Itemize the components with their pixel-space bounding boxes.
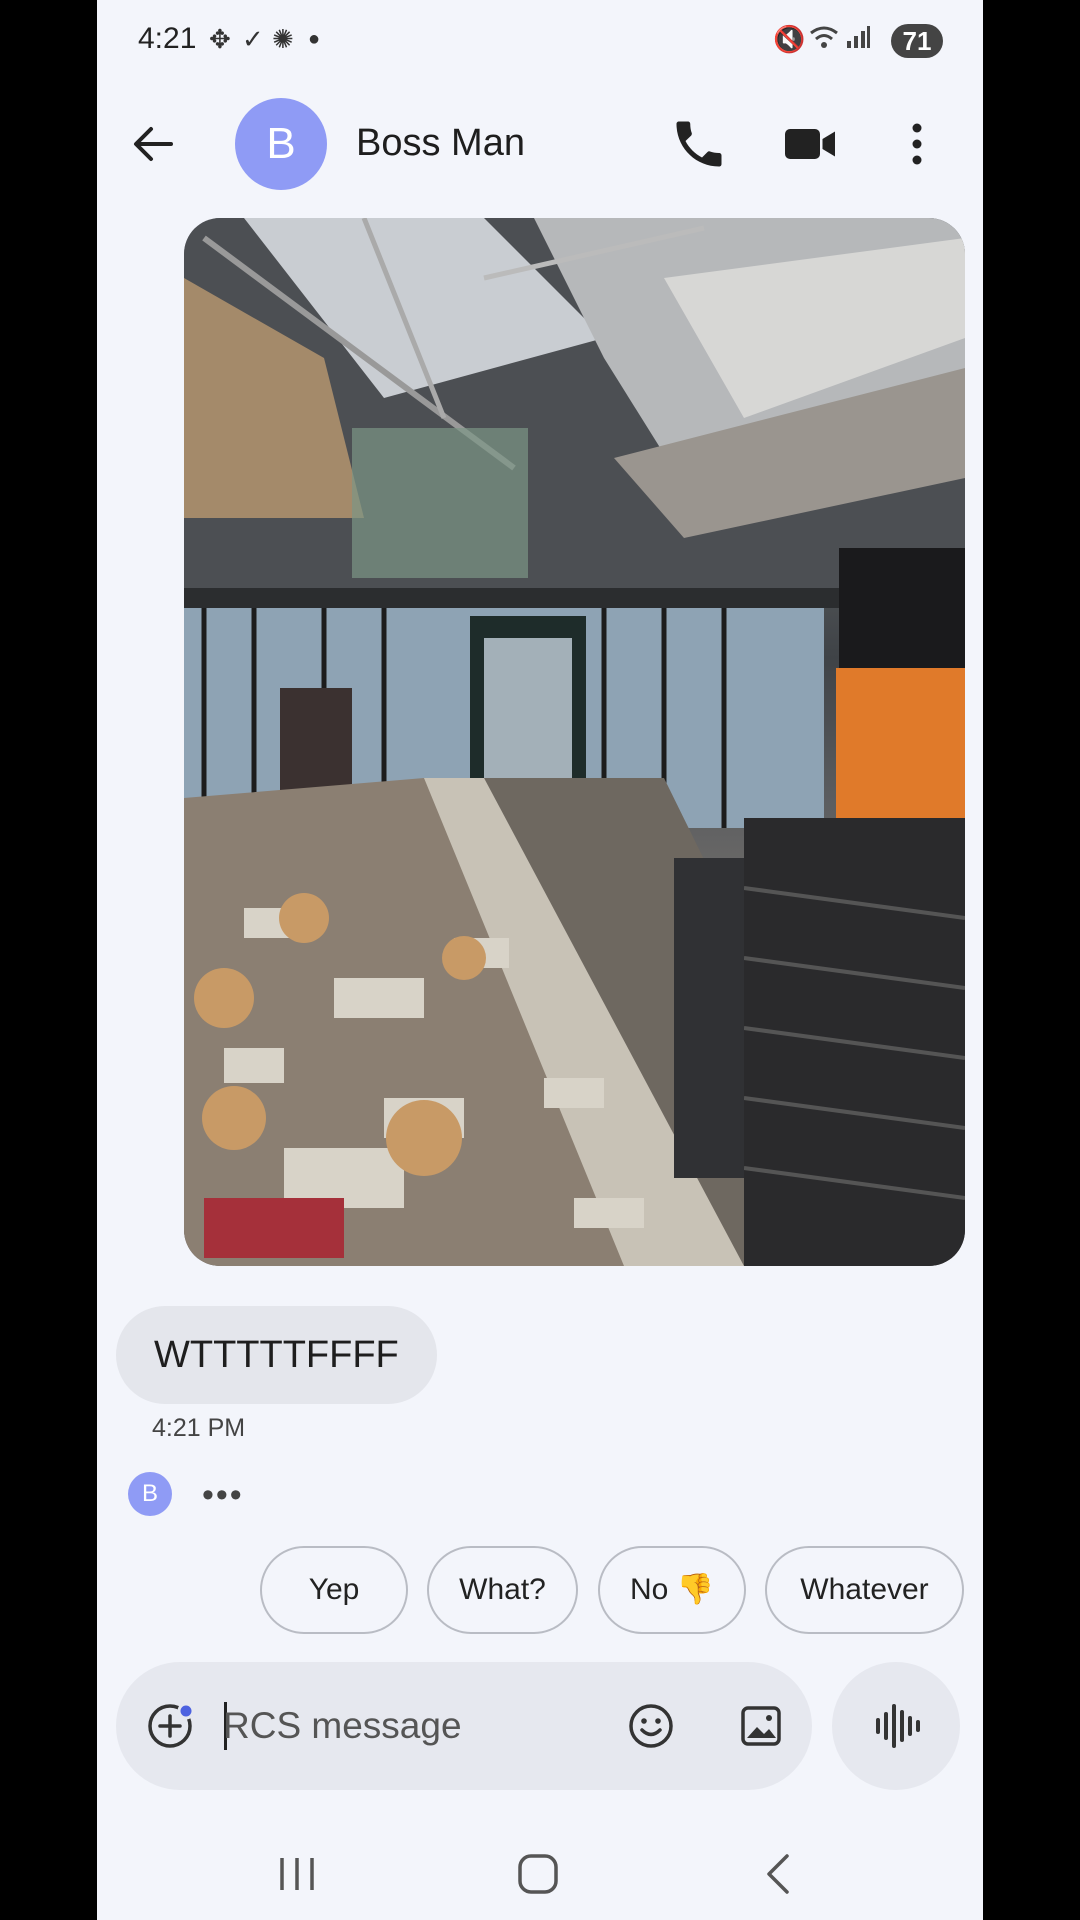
message-input[interactable]	[223, 1702, 603, 1750]
compose-bar	[116, 1662, 812, 1790]
contact-avatar[interactable]: B	[235, 98, 327, 190]
typing-avatar: B	[128, 1472, 172, 1516]
back-button[interactable]	[125, 114, 185, 174]
checkmark-icon: ✓	[242, 24, 264, 54]
video-call-button[interactable]	[780, 114, 840, 174]
back-nav-button[interactable]	[757, 1848, 801, 1900]
smart-reply-no[interactable]: No 👎	[598, 1546, 746, 1634]
battery-indicator: 71	[891, 24, 943, 58]
smart-reply-yep[interactable]: Yep	[260, 1546, 408, 1634]
voice-message-button[interactable]	[832, 1662, 960, 1790]
more-options-button[interactable]	[887, 114, 947, 174]
messages-screen: 4:21 ✥ ✓ ✺ ● 🔇 71 B Boss Man WTTTTTFFFF …	[97, 0, 983, 1920]
message-timestamp: 4:21 PM	[152, 1414, 246, 1442]
conversation-header: B Boss Man	[97, 84, 983, 204]
emoji-button[interactable]	[627, 1702, 675, 1750]
system-navigation-bar	[97, 1820, 983, 1920]
add-attachment-button[interactable]	[146, 1702, 195, 1750]
received-message-bubble[interactable]: WTTTTTFFFF	[116, 1306, 437, 1404]
damaged-store-photo	[184, 218, 965, 1266]
home-button[interactable]	[512, 1850, 564, 1898]
recents-icon	[280, 1858, 314, 1890]
status-bar: 4:21 ✥ ✓ ✺ ● 🔇 71	[97, 0, 983, 84]
wifi-icon	[809, 24, 839, 59]
back-arrow-icon	[134, 127, 173, 161]
audio-waveform-icon	[876, 1704, 920, 1748]
pinwheel-icon: ✥	[209, 24, 231, 54]
chatgpt-icon: ✺	[272, 24, 294, 54]
status-time: 4:21	[138, 22, 197, 55]
photo-message[interactable]	[184, 218, 965, 1266]
home-icon	[518, 1854, 558, 1894]
recents-button[interactable]	[267, 1852, 327, 1896]
more-vert-icon	[912, 123, 922, 165]
notification-dot-icon: ●	[308, 28, 321, 50]
contact-name[interactable]: Boss Man	[356, 122, 525, 165]
gallery-button[interactable]	[737, 1702, 785, 1750]
add-circle-icon	[148, 1702, 195, 1748]
smart-reply-what[interactable]: What?	[427, 1546, 578, 1634]
voice-call-button[interactable]	[669, 114, 729, 174]
mute-icon: 🔇	[773, 24, 806, 54]
chevron-left-icon	[767, 1854, 789, 1894]
image-icon	[741, 1706, 781, 1746]
phone-icon	[676, 121, 722, 167]
signal-icon	[845, 24, 871, 57]
emoji-icon	[629, 1704, 673, 1748]
typing-indicator: •••	[202, 1476, 244, 1514]
smart-reply-whatever[interactable]: Whatever	[765, 1546, 964, 1634]
video-camera-icon	[785, 129, 835, 159]
